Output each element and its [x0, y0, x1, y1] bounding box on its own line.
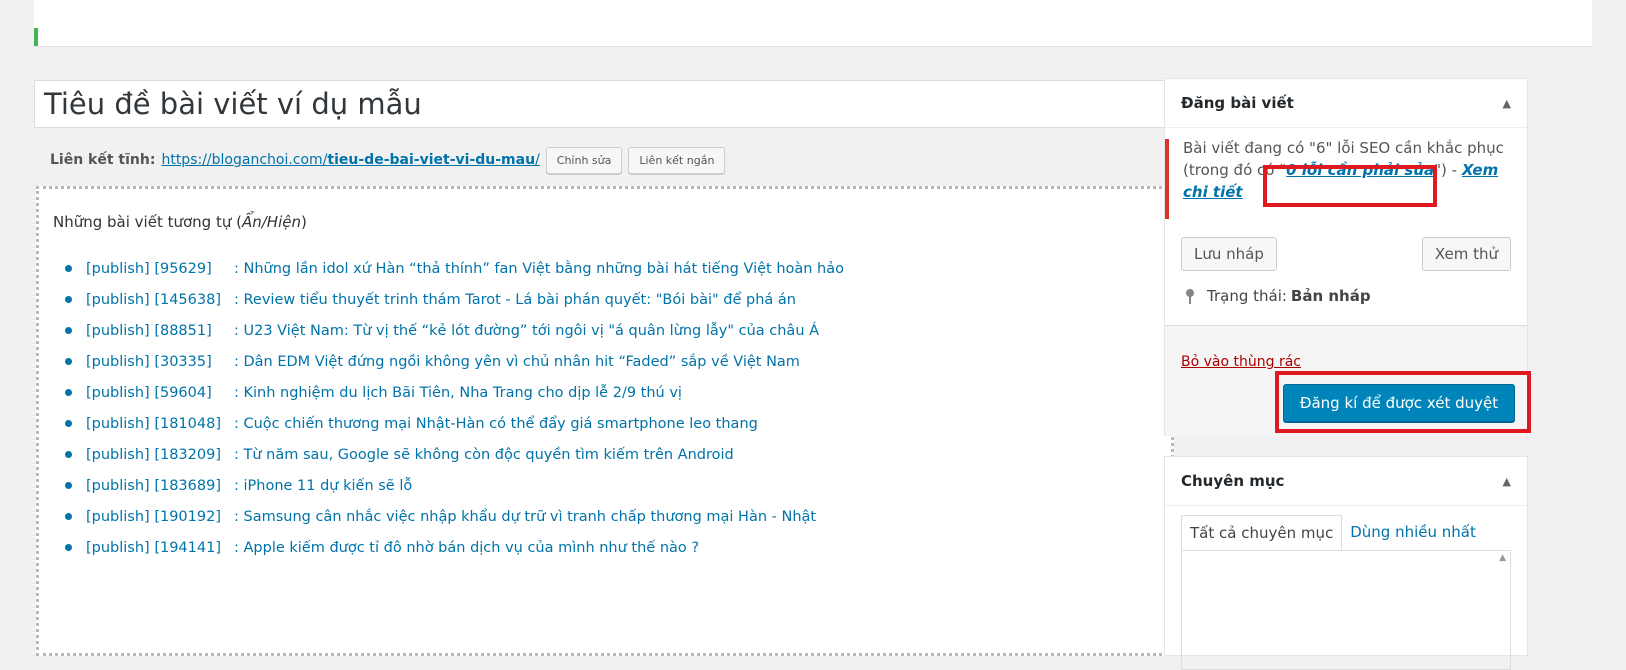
collapse-caret-icon[interactable]: ▲	[1503, 97, 1511, 110]
bullet-icon	[65, 327, 72, 334]
post-status-row: Trạng thái: Bản nháp	[1185, 287, 1371, 305]
related-post-item[interactable]: [publish] [194141] : Apple kiếm được tỉ đ…	[53, 532, 844, 563]
tab-most-used[interactable]: Dùng nhiều nhất	[1342, 515, 1484, 550]
related-toggle[interactable]: Ẩn/Hiện	[242, 213, 301, 231]
related-post-status: [publish] [145638]	[86, 291, 221, 308]
permalink-link[interactable]: https://bloganchoi.com/tieu-de-bai-viet-…	[161, 152, 539, 168]
related-post-title[interactable]: : Những lần idol xứ Hàn “thả thính” fan …	[234, 261, 844, 277]
save-draft-button[interactable]: Lưu nháp	[1181, 237, 1277, 271]
status-value: Bản nháp	[1290, 287, 1371, 305]
related-post-status: [publish] [181048]	[86, 415, 221, 432]
edit-permalink-button[interactable]: Chỉnh sửa	[545, 146, 623, 174]
bullet-icon	[65, 482, 72, 489]
related-post-item[interactable]: [publish] [190192] : Samsung cân nhắc việ…	[53, 501, 844, 532]
bullet-icon	[65, 544, 72, 551]
related-posts-list: [publish] [95629] : Những lần idol xứ Hàn…	[53, 253, 844, 563]
notice-accent	[34, 28, 38, 46]
related-post-status: [publish] [183209]	[86, 446, 221, 463]
related-post-status: [publish] [30335]	[86, 353, 212, 370]
related-post-item[interactable]: [publish] [181048] : Cuộc chiến thương mạ…	[53, 408, 844, 439]
related-post-title[interactable]: : Review tiểu thuyết trinh thám Tarot - …	[234, 292, 796, 308]
trash-link[interactable]: Bỏ vào thùng rác	[1181, 354, 1301, 370]
pin-icon	[1185, 289, 1195, 304]
related-post-status: [publish] [190192]	[86, 508, 221, 525]
related-post-item[interactable]: [publish] [59604] : Kinh nghiệm du lịch B…	[53, 377, 844, 408]
publish-heading: Đăng bài viết	[1181, 94, 1294, 112]
related-post-item[interactable]: [publish] [183209] : Từ năm sau, Google s…	[53, 439, 844, 470]
bullet-icon	[65, 451, 72, 458]
category-box-header[interactable]: Chuyên mục ▲	[1165, 457, 1527, 506]
related-post-title[interactable]: : Kinh nghiệm du lịch Bãi Tiên, Nha Tran…	[234, 385, 682, 401]
related-post-status: [publish] [194141]	[86, 539, 221, 556]
related-post-title[interactable]: : U23 Việt Nam: Từ vị thế “kẻ lót đường”…	[234, 323, 819, 339]
bullet-icon	[65, 420, 72, 427]
related-post-status: [publish] [59604]	[86, 384, 212, 401]
bullet-icon	[65, 389, 72, 396]
shortlink-button[interactable]: Liên kết ngắn	[628, 146, 726, 174]
category-box: Chuyên mục ▲ Tất cả chuyên mục Dùng nhiề…	[1164, 456, 1528, 670]
post-content-editor[interactable]: Những bài viết tương tự (Ẩn/Hiện) [publi…	[36, 186, 1174, 656]
related-post-status: [publish] [95629]	[86, 260, 212, 277]
highlight-submit-button	[1275, 371, 1531, 433]
seo-notice-bar	[1165, 139, 1169, 219]
related-post-item[interactable]: [publish] [145638] : Review tiểu thuyết t…	[53, 284, 844, 315]
related-post-item[interactable]: [publish] [183689] : iPhone 11 dự kiến sẽ…	[53, 470, 844, 501]
related-post-item[interactable]: [publish] [30335] : Dân EDM Việt đứng ngồ…	[53, 346, 844, 377]
related-post-status: [publish] [183689]	[86, 477, 221, 494]
category-tabs: Tất cả chuyên mục Dùng nhiều nhất	[1181, 515, 1484, 550]
related-posts-title: Những bài viết tương tự (Ẩn/Hiện)	[53, 213, 307, 231]
related-post-title[interactable]: : Dân EDM Việt đứng ngồi không yên vì ch…	[234, 354, 800, 370]
notice-bar	[34, 0, 1592, 47]
permalink-row: Liên kết tĩnh: https://bloganchoi.com/ti…	[50, 146, 726, 174]
category-list-panel[interactable]: ▲	[1181, 550, 1511, 670]
related-post-status: [publish] [88851]	[86, 322, 212, 339]
related-post-item[interactable]: [publish] [88851] : U23 Việt Nam: Từ vị t…	[53, 315, 844, 346]
related-post-title[interactable]: : iPhone 11 dự kiến sẽ lỗ	[234, 478, 412, 494]
highlight-seo-box	[1263, 165, 1437, 207]
publish-box-header[interactable]: Đăng bài viết ▲	[1165, 79, 1527, 128]
tab-all-categories[interactable]: Tất cả chuyên mục	[1181, 515, 1343, 550]
seo-notice-text: Bài viết đang có "6" lỗi SEO cần khắc ph…	[1183, 139, 1504, 157]
collapse-caret-icon[interactable]: ▲	[1503, 475, 1511, 488]
category-heading: Chuyên mục	[1181, 472, 1285, 490]
preview-button[interactable]: Xem thử	[1421, 237, 1511, 271]
bullet-icon	[65, 265, 72, 272]
scroll-up-icon[interactable]: ▲	[1499, 553, 1506, 563]
related-post-title[interactable]: : Apple kiếm được tỉ đô nhờ bán dịch vụ …	[234, 540, 699, 556]
publish-box: Đăng bài viết ▲ Bài viết đang có "6" lỗi…	[1164, 78, 1531, 436]
related-post-item[interactable]: [publish] [95629] : Những lần idol xứ Hàn…	[53, 253, 844, 284]
bullet-icon	[65, 296, 72, 303]
bullet-icon	[65, 358, 72, 365]
related-post-title[interactable]: : Samsung cân nhắc việc nhập khẩu dự trữ…	[234, 509, 816, 525]
post-title-input[interactable]: Tiêu đề bài viết ví dụ mẫu	[34, 80, 1174, 128]
permalink-label: Liên kết tĩnh:	[50, 152, 156, 168]
bullet-icon	[65, 513, 72, 520]
related-post-title[interactable]: : Cuộc chiến thương mại Nhật-Hàn có thể …	[234, 416, 758, 432]
related-post-title[interactable]: : Từ năm sau, Google sẽ không còn độc qu…	[234, 447, 734, 463]
